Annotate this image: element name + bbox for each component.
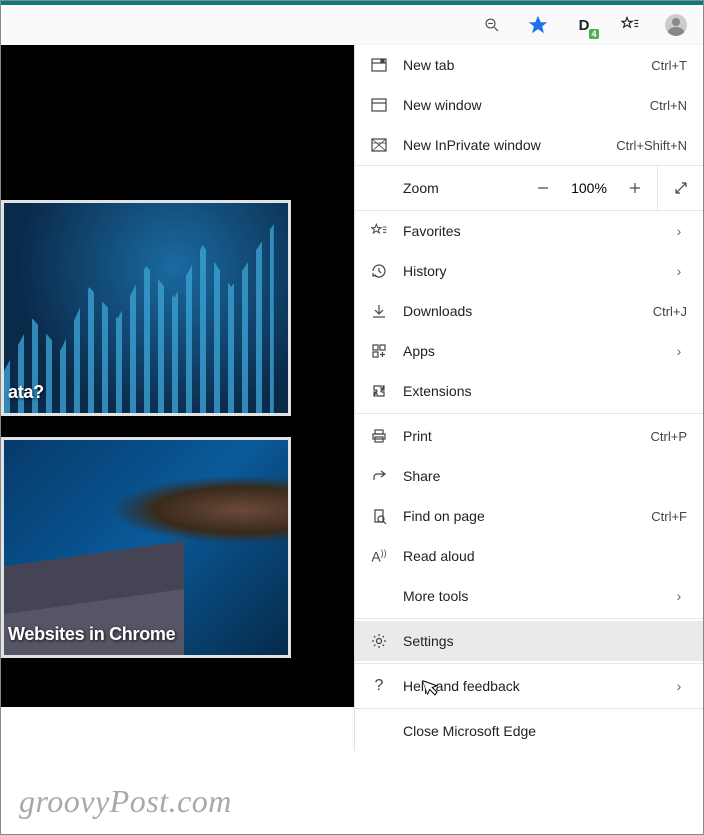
read-aloud-icon: A)) bbox=[371, 548, 386, 565]
star-filled-icon bbox=[527, 14, 549, 36]
menu-item-label: History bbox=[403, 263, 671, 279]
menu-downloads[interactable]: Downloads Ctrl+J bbox=[355, 291, 703, 331]
separator bbox=[355, 663, 703, 664]
menu-item-shortcut: Ctrl+T bbox=[651, 58, 687, 73]
menu-item-shortcut: Ctrl+Shift+N bbox=[616, 138, 687, 153]
menu-new-inprivate[interactable]: New InPrivate window Ctrl+Shift+N bbox=[355, 125, 703, 165]
favorite-button[interactable] bbox=[515, 5, 561, 45]
menu-read-aloud[interactable]: A)) Read aloud bbox=[355, 536, 703, 576]
menu-more-tools[interactable]: More tools › bbox=[355, 576, 703, 616]
zoom-out-button[interactable] bbox=[469, 5, 515, 45]
content-tile-2[interactable]: Websites in Chrome bbox=[1, 437, 291, 658]
menu-history[interactable]: History › bbox=[355, 251, 703, 291]
menu-print[interactable]: Print Ctrl+P bbox=[355, 416, 703, 456]
menu-item-label: New window bbox=[403, 97, 650, 113]
extension-d-icon: D bbox=[579, 17, 590, 34]
extension-button[interactable]: D 4 bbox=[561, 5, 607, 45]
menu-zoom-row: Zoom 100% bbox=[355, 165, 703, 211]
zoom-value: 100% bbox=[565, 180, 613, 196]
star-list-icon bbox=[621, 16, 639, 34]
zoom-label: Zoom bbox=[355, 180, 483, 196]
history-icon bbox=[371, 263, 387, 279]
favorites-icon bbox=[371, 223, 387, 239]
fullscreen-button[interactable] bbox=[657, 165, 703, 211]
chevron-right-icon: › bbox=[671, 678, 687, 694]
print-icon bbox=[371, 428, 387, 444]
separator bbox=[355, 413, 703, 414]
menu-item-shortcut: Ctrl+F bbox=[651, 509, 687, 524]
minus-icon bbox=[536, 181, 550, 195]
find-icon bbox=[371, 508, 387, 524]
tile-caption: ata? bbox=[8, 382, 44, 403]
menu-new-tab[interactable]: New tab Ctrl+T bbox=[355, 45, 703, 85]
gear-icon bbox=[371, 633, 387, 649]
menu-close-edge[interactable]: Close Microsoft Edge bbox=[355, 711, 703, 751]
menu-item-label: Share bbox=[403, 468, 687, 484]
apps-icon bbox=[371, 343, 387, 359]
menu-find[interactable]: Find on page Ctrl+F bbox=[355, 496, 703, 536]
chevron-right-icon: › bbox=[671, 343, 687, 359]
menu-item-label: Help and feedback bbox=[403, 678, 671, 694]
menu-item-label: Favorites bbox=[403, 223, 671, 239]
menu-item-label: Downloads bbox=[403, 303, 653, 319]
menu-favorites[interactable]: Favorites › bbox=[355, 211, 703, 251]
page-content: ata? Websites in Chrome bbox=[1, 45, 356, 707]
top-toolbar: D 4 bbox=[1, 5, 703, 45]
menu-apps[interactable]: Apps › bbox=[355, 331, 703, 371]
download-icon bbox=[371, 303, 387, 319]
menu-item-label: Close Microsoft Edge bbox=[403, 723, 687, 739]
profile-button[interactable] bbox=[653, 5, 699, 45]
avatar-icon bbox=[665, 14, 687, 36]
new-tab-icon bbox=[371, 57, 387, 73]
menu-new-window[interactable]: New window Ctrl+N bbox=[355, 85, 703, 125]
chevron-right-icon: › bbox=[671, 588, 687, 604]
separator bbox=[355, 618, 703, 619]
menu-item-label: Extensions bbox=[403, 383, 687, 399]
separator bbox=[355, 708, 703, 709]
new-window-icon bbox=[371, 97, 387, 113]
menu-share[interactable]: Share bbox=[355, 456, 703, 496]
content-tile-1[interactable]: ata? bbox=[1, 200, 291, 416]
menu-item-shortcut: Ctrl+N bbox=[650, 98, 687, 113]
menu-item-label: Settings bbox=[403, 633, 687, 649]
fullscreen-icon bbox=[673, 180, 689, 196]
share-icon bbox=[371, 468, 387, 484]
menu-item-label: Find on page bbox=[403, 508, 651, 524]
settings-menu: New tab Ctrl+T New window Ctrl+N New InP… bbox=[354, 45, 703, 751]
watermark: groovyPost.com bbox=[19, 783, 232, 820]
menu-settings[interactable]: Settings bbox=[355, 621, 703, 661]
menu-item-label: Apps bbox=[403, 343, 671, 359]
plus-icon bbox=[628, 181, 642, 195]
menu-item-label: Read aloud bbox=[403, 548, 687, 564]
chevron-right-icon: › bbox=[671, 263, 687, 279]
chevron-right-icon: › bbox=[671, 223, 687, 239]
menu-item-shortcut: Ctrl+P bbox=[651, 429, 687, 444]
menu-help[interactable]: ? Help and feedback › bbox=[355, 666, 703, 706]
zoom-out-icon bbox=[483, 16, 501, 34]
zoom-out-button[interactable] bbox=[521, 165, 565, 211]
inprivate-icon bbox=[371, 137, 387, 153]
favorites-toolbar-button[interactable] bbox=[607, 5, 653, 45]
menu-item-label: Print bbox=[403, 428, 651, 444]
menu-item-shortcut: Ctrl+J bbox=[653, 304, 687, 319]
help-icon: ? bbox=[375, 677, 384, 695]
tile-caption: Websites in Chrome bbox=[8, 624, 175, 645]
menu-extensions[interactable]: Extensions bbox=[355, 371, 703, 411]
zoom-in-button[interactable] bbox=[613, 165, 657, 211]
extension-badge: 4 bbox=[589, 29, 599, 39]
menu-item-label: New tab bbox=[403, 57, 651, 73]
menu-item-label: More tools bbox=[403, 588, 671, 604]
extension-icon bbox=[371, 383, 387, 399]
menu-item-label: New InPrivate window bbox=[403, 137, 616, 153]
